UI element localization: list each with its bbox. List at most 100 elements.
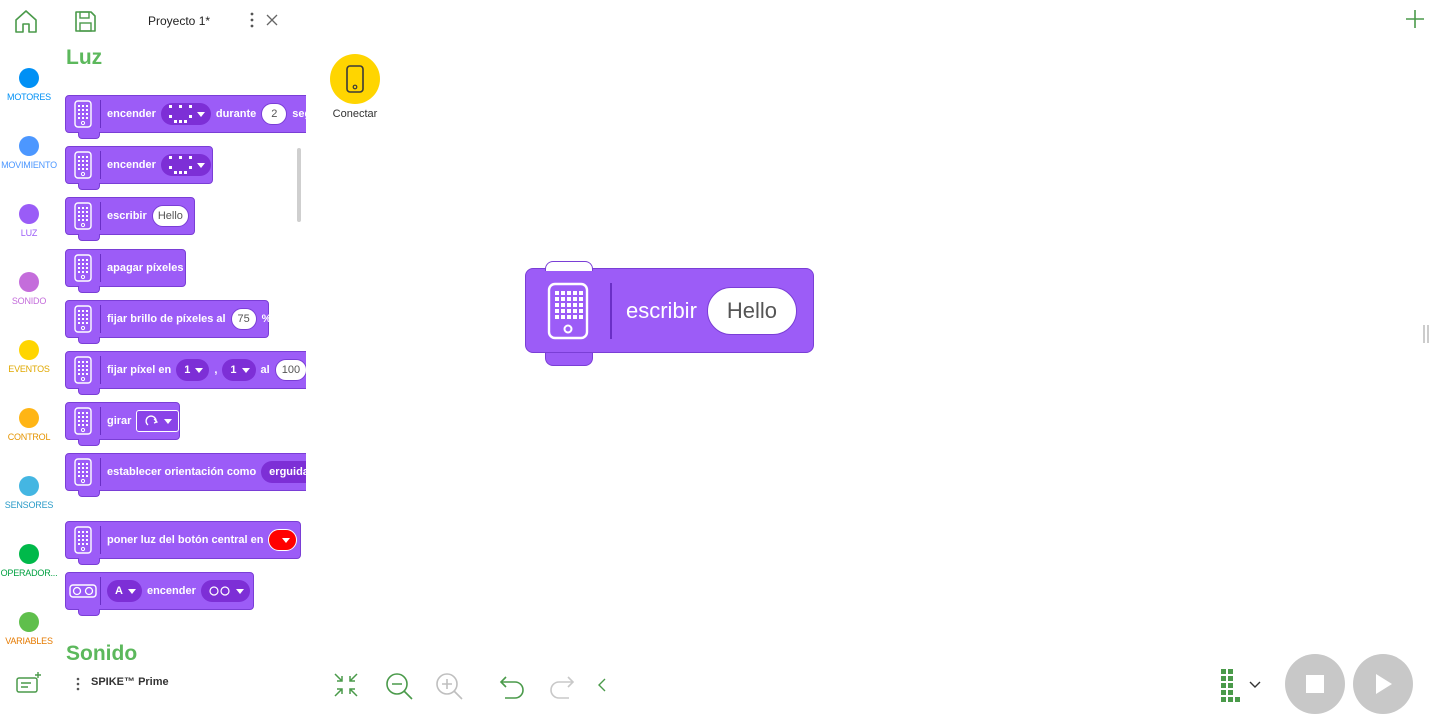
hub-icon <box>66 97 100 131</box>
extension-icon <box>16 672 41 693</box>
button-color-dropdown[interactable] <box>268 529 298 551</box>
block-encender[interactable]: encender <box>65 146 213 190</box>
dropdown-value: A <box>115 585 123 597</box>
category-control[interactable]: CONTROL <box>0 408 58 442</box>
category-label: EVENTOS <box>8 364 50 374</box>
hub-matrix-selector[interactable] <box>1220 668 1264 702</box>
block-establecer-orientacion[interactable]: establecer orientación como erguida <box>65 453 306 497</box>
eyes-dropdown[interactable] <box>200 580 250 602</box>
home-button[interactable] <box>12 7 40 35</box>
seconds-input[interactable]: 2 <box>261 103 288 125</box>
category-motores[interactable]: MOTORES <box>0 68 58 102</box>
hub-type-label: SPIKE™ Prime <box>91 676 169 688</box>
block-escribir[interactable]: escribir Hello <box>65 197 195 241</box>
matrix-image-dropdown[interactable] <box>160 103 211 125</box>
dropdown-value: erguida <box>269 466 306 478</box>
collapse-button[interactable] <box>596 677 608 698</box>
rotation-dropdown[interactable] <box>136 410 180 432</box>
dropdown-value: 1 <box>230 364 237 376</box>
block-text: encender <box>146 585 196 597</box>
collapse-icon <box>598 678 606 692</box>
hub-menu-button[interactable] <box>74 676 82 692</box>
hub-icon <box>66 302 100 336</box>
category-luz[interactable]: LUZ <box>0 204 58 238</box>
play-button[interactable] <box>1353 654 1413 714</box>
undo-button[interactable] <box>498 671 526 704</box>
matrix-icon <box>1221 669 1240 702</box>
block-girar[interactable]: girar <box>65 402 180 446</box>
pixel-brightness-input[interactable]: 100 <box>274 359 306 381</box>
block-apagar-pixeles[interactable]: apagar píxeles <box>65 249 186 293</box>
add-extension-button[interactable] <box>14 670 44 696</box>
dropdown-value: 1 <box>184 364 191 376</box>
text-input[interactable]: Hello <box>151 205 189 227</box>
new-project-button[interactable] <box>1404 8 1426 30</box>
category-dot <box>19 408 39 428</box>
block-encender-durante[interactable]: encender durante 2 segundos <box>65 95 306 139</box>
category-variables[interactable]: VARIABLES <box>0 612 58 646</box>
connect-label: Conectar <box>332 108 378 120</box>
block-text: escribir <box>107 210 147 222</box>
canvas-text-input[interactable]: Hello <box>706 286 797 335</box>
fit-to-screen-button[interactable] <box>332 671 360 704</box>
category-label: SENSORES <box>4 500 54 510</box>
orientation-dropdown[interactable]: erguida <box>261 461 306 483</box>
block-encender-ultrasonic[interactable]: A encender <box>65 572 254 616</box>
undo-icon <box>499 676 524 699</box>
brightness-input[interactable]: 75 <box>230 308 257 330</box>
category-label: MOTORES <box>7 92 51 102</box>
category-dot <box>19 68 39 88</box>
panel-resize-handle[interactable] <box>1422 324 1430 344</box>
stop-button[interactable] <box>1285 654 1345 714</box>
category-operadores[interactable]: OPERADOR... <box>0 544 58 578</box>
eyes-icon <box>209 586 230 596</box>
pixel-x-dropdown[interactable]: 1 <box>176 359 210 381</box>
kebab-icon <box>250 12 254 28</box>
section-title-luz: Luz <box>66 46 103 69</box>
category-dot <box>19 272 39 292</box>
category-movimiento[interactable]: MOVIMIENTO <box>0 136 58 170</box>
hub-icon <box>66 199 100 233</box>
fit-icon <box>334 673 358 697</box>
save-button[interactable] <box>72 8 98 34</box>
block-fijar-brillo[interactable]: fijar brillo de píxeles al 75 % <box>65 300 272 344</box>
block-poner-luz-boton[interactable]: poner luz del botón central en <box>65 521 301 565</box>
canvas-block-notch <box>545 352 593 366</box>
category-label: SONIDO <box>11 296 47 306</box>
close-project-button[interactable] <box>264 12 280 28</box>
hub-icon <box>66 404 100 438</box>
hub-icon <box>66 353 100 387</box>
category-dot <box>19 136 39 156</box>
zoom-out-button[interactable] <box>384 671 414 706</box>
category-dot <box>19 544 39 564</box>
project-title[interactable]: Proyecto 1* <box>148 14 210 28</box>
category-dot <box>19 204 39 224</box>
block-text: girar <box>107 415 132 427</box>
zoom-in-button[interactable] <box>434 671 464 706</box>
category-sonido[interactable]: SONIDO <box>0 272 58 306</box>
stop-icon <box>1306 675 1324 693</box>
close-icon <box>266 14 278 26</box>
category-label: MOVIMIENTO <box>1 160 57 170</box>
plus-icon <box>1406 10 1424 28</box>
category-label: LUZ <box>20 228 38 238</box>
hub-icon <box>66 455 100 489</box>
canvas-block-escribir[interactable]: escribir Hello <box>525 268 814 353</box>
category-label: OPERADOR... <box>0 568 58 578</box>
project-menu-button[interactable] <box>246 10 258 30</box>
category-sensores[interactable]: SENSORES <box>0 476 58 510</box>
hub-icon <box>526 269 610 353</box>
connect-button[interactable] <box>330 54 380 104</box>
block-fijar-pixel[interactable]: fijar píxel en 1 , 1 al 100 <box>65 351 306 395</box>
canvas-block-tab <box>545 261 593 271</box>
matrix-image-dropdown[interactable] <box>160 154 211 176</box>
canvas-block-label: escribir <box>626 297 697 323</box>
block-text: establecer orientación como <box>107 466 257 478</box>
palette-scrollbar[interactable] <box>297 148 301 222</box>
pixel-y-dropdown[interactable]: 1 <box>222 359 256 381</box>
category-eventos[interactable]: EVENTOS <box>0 340 58 374</box>
port-dropdown[interactable]: A <box>107 580 142 602</box>
redo-button[interactable] <box>548 671 576 704</box>
block-text: % <box>261 313 272 325</box>
hub-connect-icon <box>346 65 364 93</box>
